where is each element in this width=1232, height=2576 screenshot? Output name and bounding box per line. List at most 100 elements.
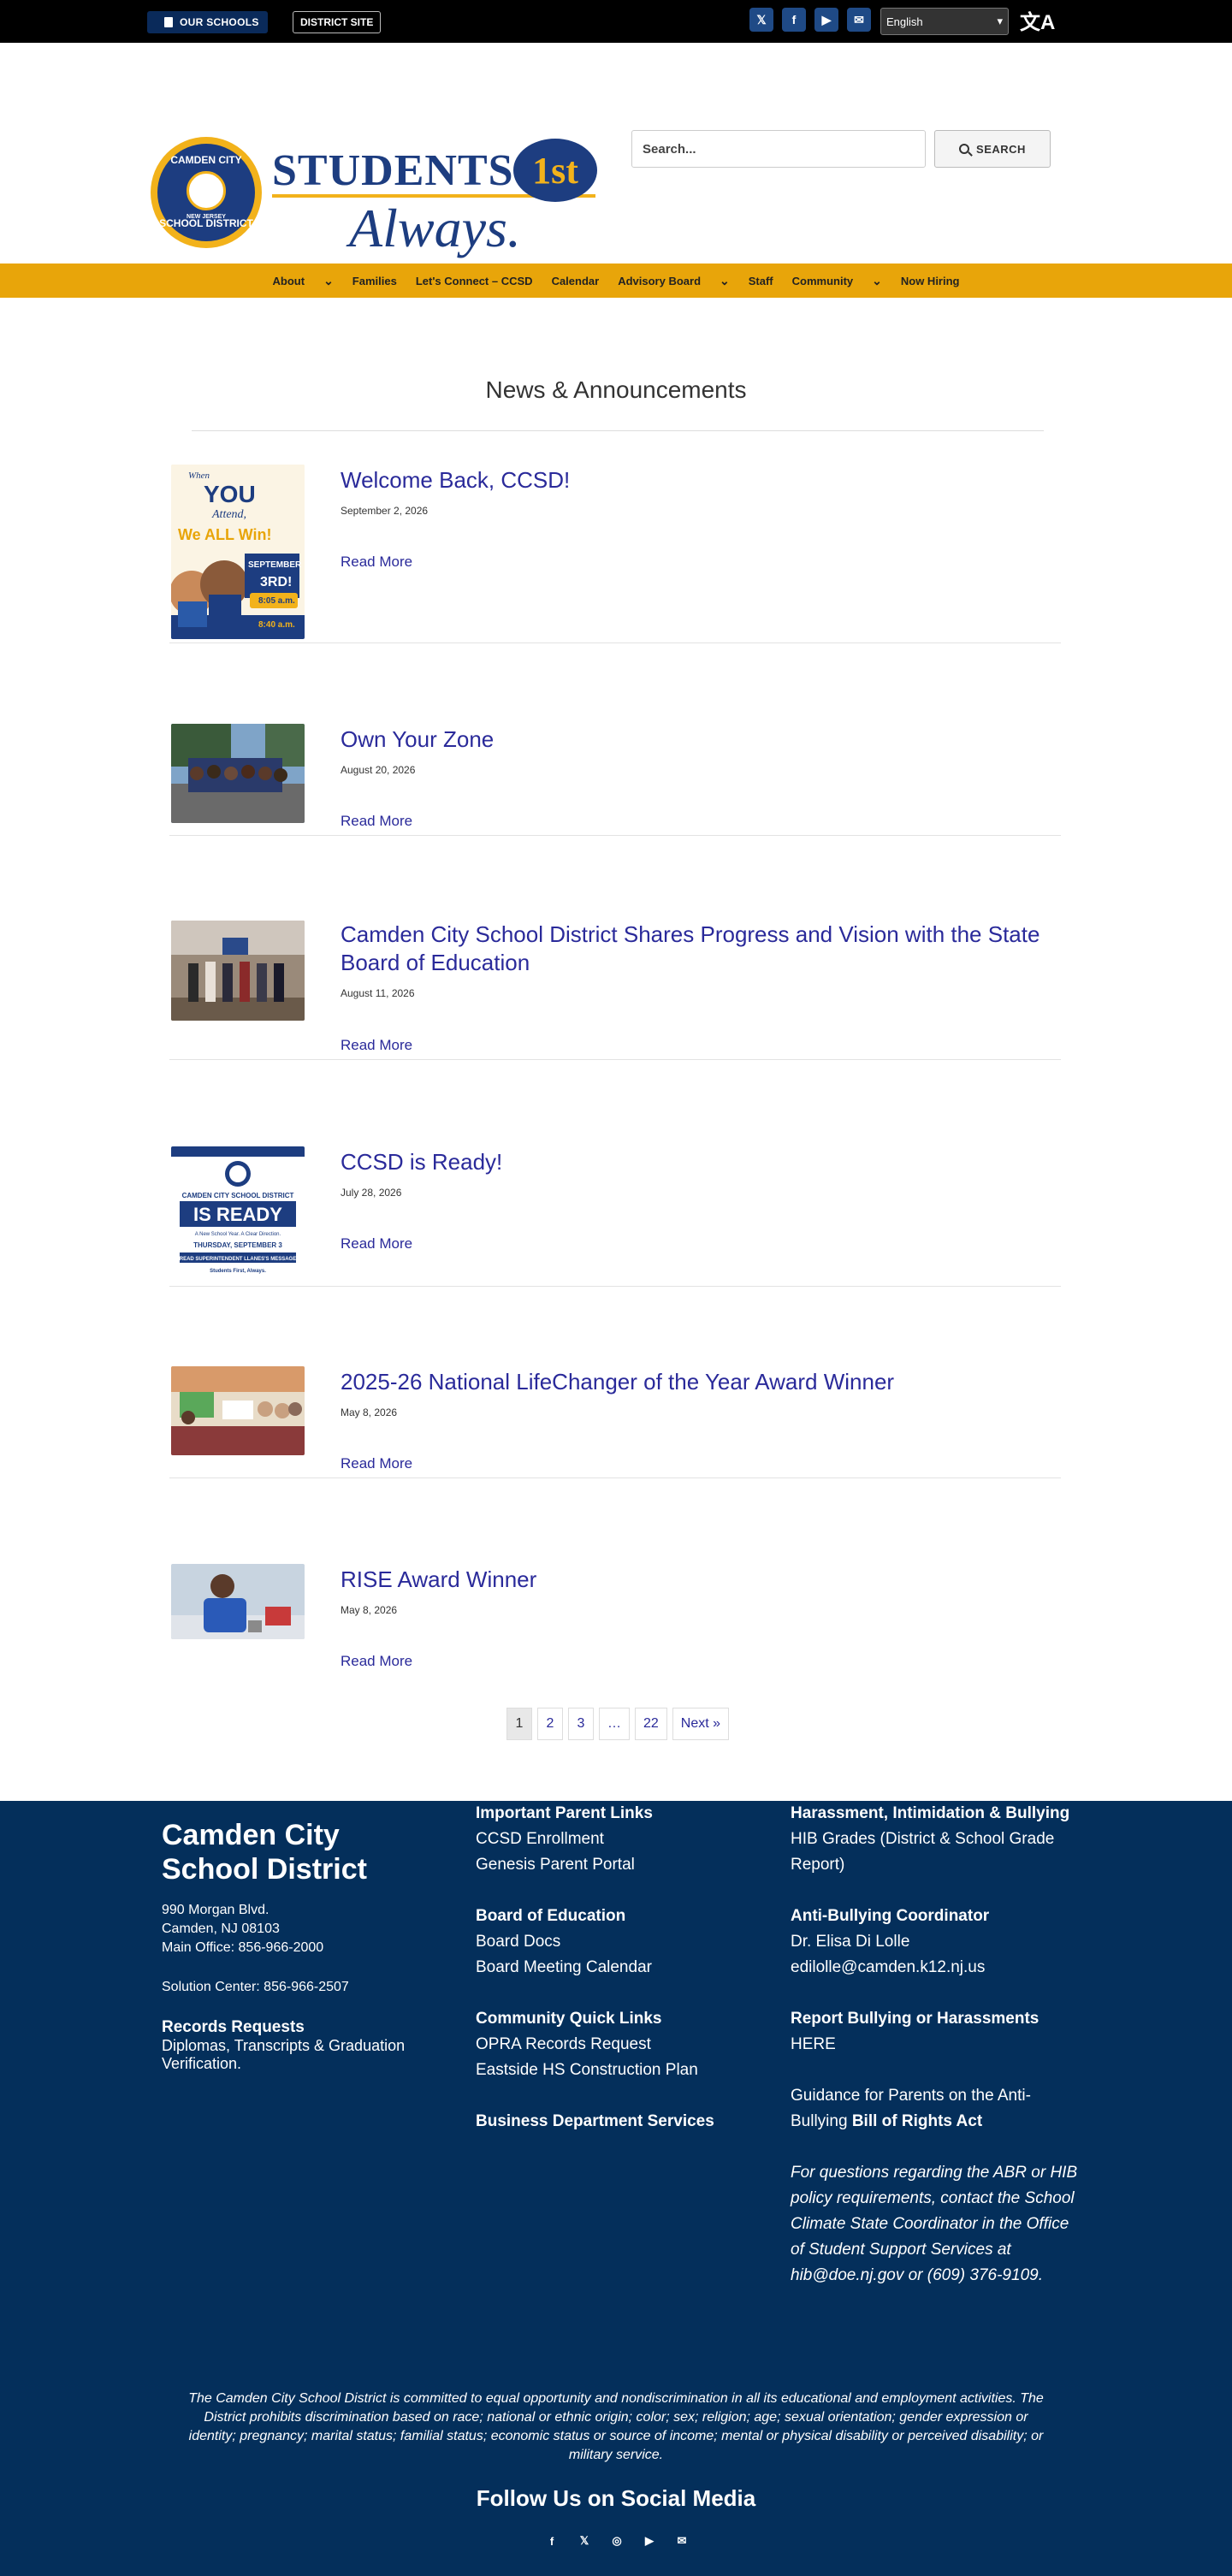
footer-link[interactable]: Genesis Parent Portal xyxy=(476,1852,767,1878)
nav-item-lets-connect[interactable]: Let's Connect – CCSD xyxy=(416,275,533,287)
article-divider xyxy=(169,835,1061,836)
article-date: May 8, 2026 xyxy=(341,1604,398,1616)
board-heading: Board of Education xyxy=(476,1907,626,1925)
our-schools-label: OUR SCHOOLS xyxy=(180,16,259,28)
article-thumbnail[interactable] xyxy=(171,1366,305,1455)
nav-item-advisory-board[interactable]: Advisory Board ⌄ xyxy=(618,274,730,288)
article-title-link[interactable]: Welcome Back, CCSD! xyxy=(341,466,1042,494)
article-thumbnail[interactable]: CAMDEN CITY SCHOOL DISTRICT IS READY A N… xyxy=(171,1146,305,1276)
article-divider xyxy=(169,1286,1061,1287)
read-more-link[interactable]: Read More xyxy=(341,554,412,571)
nav-item-community[interactable]: Community ⌄ xyxy=(792,274,882,288)
nav-item-calendar[interactable]: Calendar xyxy=(552,275,600,287)
search-button[interactable]: SEARCH xyxy=(934,130,1051,168)
page-link[interactable]: 2 xyxy=(537,1708,563,1740)
page-link[interactable]: 3 xyxy=(568,1708,594,1740)
poster-line-1: When xyxy=(188,471,210,481)
article-title-link[interactable]: Camden City School District Shares Progr… xyxy=(341,921,1042,977)
read-more-link[interactable]: Read More xyxy=(341,1653,412,1670)
poster-line-2: YOU xyxy=(204,481,256,507)
article-title-link[interactable]: RISE Award Winner xyxy=(341,1566,1042,1594)
report-here-link[interactable]: HERE xyxy=(791,2032,1081,2058)
footer-address: 990 Morgan Blvd. Camden, NJ 08103 Main O… xyxy=(162,1901,349,1997)
translate-icon[interactable]: 文A xyxy=(1020,5,1055,35)
address-line: 990 Morgan Blvd. xyxy=(162,1903,270,1917)
district-seal-logo[interactable]: CAMDEN CITY NEW JERSEY SCHOOL DISTRICT xyxy=(151,137,262,248)
footer-org-name: Camden City School District xyxy=(162,1819,367,1886)
page-link-current[interactable]: 1 xyxy=(506,1708,532,1740)
district-site-button[interactable]: DISTRICT SITE xyxy=(293,11,382,33)
chevron-down-icon: ▾ xyxy=(997,15,1003,27)
read-more-link[interactable]: Read More xyxy=(341,1037,412,1054)
logo-students-text: STUDENTS xyxy=(272,146,514,195)
x-icon[interactable]: 𝕏 xyxy=(577,2533,592,2549)
hib-grades-link[interactable]: HIB Grades (District & School Grade Repo… xyxy=(791,1827,1081,1878)
next-page-link[interactable]: Next » xyxy=(672,1708,730,1740)
youtube-icon[interactable]: ▶ xyxy=(814,8,838,32)
poster-line-4: We ALL Win! xyxy=(178,526,272,543)
business-services-link[interactable]: Business Department Services xyxy=(476,2109,767,2135)
footer-link[interactable]: OPRA Records Request xyxy=(476,2032,767,2058)
title-divider xyxy=(192,430,1044,431)
district-site-label: DISTRICT SITE xyxy=(300,16,374,28)
nav-label: Calendar xyxy=(551,274,600,287)
read-more-link[interactable]: Read More xyxy=(341,1235,412,1252)
chevron-down-icon[interactable]: ⌄ xyxy=(872,274,882,288)
article-thumbnail[interactable]: When YOU Attend, We ALL Win! SEPTEMBER 3… xyxy=(171,465,305,639)
article-title-link[interactable]: 2025-26 National LifeChanger of the Year… xyxy=(341,1368,1042,1396)
school-icon xyxy=(164,17,173,27)
article-thumbnail[interactable] xyxy=(171,921,305,1021)
article-title-link[interactable]: Own Your Zone xyxy=(341,725,1042,754)
article-date: May 8, 2026 xyxy=(341,1406,398,1418)
award-photo-image xyxy=(171,1366,305,1455)
article-title-link[interactable]: CCSD is Ready! xyxy=(341,1148,1042,1176)
nav-item-staff[interactable]: Staff xyxy=(749,275,773,287)
news-main: News & Announcements When YOU Attend, We… xyxy=(0,298,1232,1801)
records-link[interactable]: Diplomas, Transcripts & Graduation Verif… xyxy=(162,2037,453,2073)
nav-item-families[interactable]: Families xyxy=(352,275,397,287)
rise-award-photo-image xyxy=(171,1564,305,1639)
mail-icon[interactable]: ✉ xyxy=(847,8,871,32)
language-select[interactable]: English ▾ xyxy=(880,8,1009,35)
instagram-icon[interactable]: ◎ xyxy=(609,2533,625,2549)
poster-line-6: 3RD! xyxy=(260,575,292,589)
article-thumbnail[interactable] xyxy=(171,1564,305,1639)
main-office-phone[interactable]: Main Office: 856-966-2000 xyxy=(162,1939,349,1957)
guidance-text: Guidance for Parents on the Anti-Bullyin… xyxy=(791,2083,1081,2135)
footer-link[interactable]: CCSD Enrollment xyxy=(476,1827,767,1852)
bill-of-rights-link[interactable]: Bill of Rights Act xyxy=(852,2112,982,2130)
chevron-down-icon[interactable]: ⌄ xyxy=(720,274,730,288)
ccsd-ready-poster-image: CAMDEN CITY SCHOOL DISTRICT IS READY A N… xyxy=(171,1146,305,1276)
solution-center-phone[interactable]: Solution Center: 856-966-2507 xyxy=(162,1978,349,1997)
poster-line-7: 8:05 a.m. xyxy=(258,596,295,606)
nav-item-now-hiring[interactable]: Now Hiring xyxy=(901,275,960,287)
footer-link[interactable]: Eastside HS Construction Plan xyxy=(476,2058,767,2083)
x-icon[interactable]: 𝕏 xyxy=(749,8,773,32)
main-nav: About ⌄ Families Let's Connect – CCSD Ca… xyxy=(0,264,1232,298)
facebook-icon[interactable]: f xyxy=(782,8,806,32)
article-divider xyxy=(169,1059,1061,1060)
read-more-link[interactable]: Read More xyxy=(341,813,412,830)
search-input[interactable]: Search... xyxy=(631,130,926,168)
footer-column-hib: Harassment, Intimidation & Bullying HIB … xyxy=(791,1801,1081,2289)
footer-link[interactable]: Board Meeting Calendar xyxy=(476,1955,767,1981)
poster2-line-2: IS READY xyxy=(193,1204,282,1225)
our-schools-button[interactable]: OUR SCHOOLS xyxy=(147,11,268,33)
seal-top-text: CAMDEN CITY xyxy=(170,154,242,166)
article-thumbnail[interactable] xyxy=(171,724,305,823)
site-footer: Camden City School District 990 Morgan B… xyxy=(0,1801,1232,2576)
article-date: August 20, 2026 xyxy=(341,764,416,776)
read-more-link[interactable]: Read More xyxy=(341,1455,412,1472)
youtube-icon[interactable]: ▶ xyxy=(642,2533,657,2549)
report-heading: Report Bullying or Harassments xyxy=(791,2010,1040,2028)
facebook-icon[interactable]: f xyxy=(544,2533,560,2549)
mail-icon[interactable]: ✉ xyxy=(674,2533,690,2549)
coordinator-email-link[interactable]: edilolle@camden.k12.nj.us xyxy=(791,1955,1081,1981)
chevron-down-icon[interactable]: ⌄ xyxy=(323,274,334,288)
poster2-line-4: THURSDAY, SEPTEMBER 3 xyxy=(193,1241,282,1249)
page-link[interactable]: 22 xyxy=(635,1708,667,1740)
nav-item-about[interactable]: About ⌄ xyxy=(273,274,334,288)
search-button-label: SEARCH xyxy=(976,142,1026,156)
footer-link[interactable]: Board Docs xyxy=(476,1929,767,1955)
seal-bottom-text: SCHOOL DISTRICT xyxy=(159,217,253,229)
